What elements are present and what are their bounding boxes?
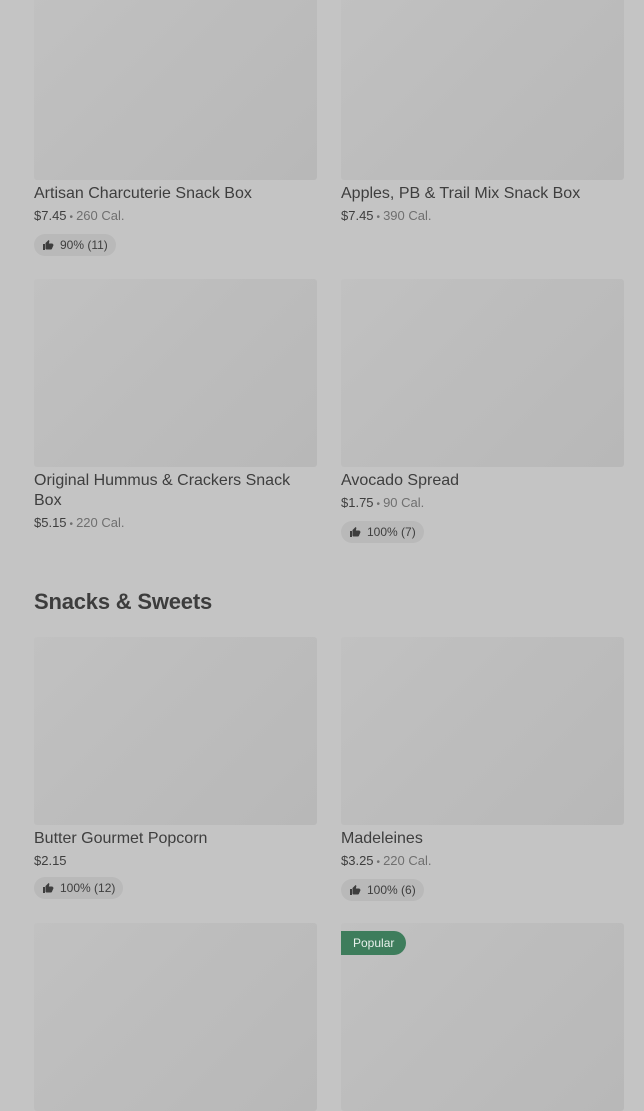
item-image [34,0,317,180]
separator: • [376,212,381,223]
menu-item-card[interactable]: Butter Gourmet Popcorn $2.15 100% (12) [34,637,317,899]
item-image [34,637,317,825]
item-name: Butter Gourmet Popcorn [34,830,208,847]
thumbs-up-icon [350,885,361,895]
item-meta: $1.75 • 90 Cal. [341,495,624,513]
item-price: $7.45 [341,208,374,223]
menu-item-card[interactable]: Original Hummus & Crackers Snack Box $5.… [34,279,317,533]
menu-item-card[interactable]: Artisan Charcuterie Snack Box $7.45 • 260 … [34,0,317,256]
menu-item-card[interactable] [34,923,317,1111]
item-price: $2.15 [34,853,67,868]
thumbs-up-icon [43,883,54,893]
thumbs-up-icon [43,240,54,250]
rating-badge: 90% (11) [34,234,116,256]
menu-item-card[interactable]: Madeleines $3.25 • 220 Cal. 100% (6) [341,637,624,901]
rating-text: 100% (7) [367,525,416,539]
separator: • [376,857,381,868]
item-image [341,279,624,467]
item-name: Madeleines [341,830,423,847]
menu-item-card[interactable]: Avocado Spread $1.75 • 90 Cal. 100% (7) [341,279,624,543]
rating-text: 100% (12) [60,881,116,895]
separator: • [69,519,74,530]
item-name: Avocado Spread [341,472,460,489]
rating-text: 100% (6) [367,883,416,897]
item-meta: $2.15 [34,853,317,869]
rating-badge: 100% (12) [34,877,124,899]
section-title: Snacks & Sweets [34,589,212,614]
item-meta: $5.15 • 220 Cal. [34,515,317,533]
rating-badge: 100% (7) [341,521,424,543]
item-calories: 220 Cal. [76,515,125,530]
item-price: $1.75 [341,495,374,510]
item-meta: $7.45 • 390 Cal. [341,208,624,226]
item-calories: 260 Cal. [76,208,125,223]
item-calories: 390 Cal. [383,208,432,223]
item-price: $5.15 [34,515,67,530]
popular-badge: Popular [341,931,407,955]
item-meta: $7.45 • 260 Cal. [34,208,317,226]
rating-text: 90% (11) [60,238,108,252]
menu-item-card[interactable]: Apples, PB & Trail Mix Snack Box $7.45 • 3… [341,0,624,226]
separator: • [69,212,74,223]
item-image [341,0,624,180]
item-image [34,279,317,467]
item-image: Popular [341,923,624,1111]
item-image [341,637,624,825]
thumbs-up-icon [350,527,361,537]
item-name: Original Hummus & Crackers Snack Box [34,472,291,509]
item-price: $3.25 [341,853,374,868]
item-image [34,923,317,1111]
item-price: $7.45 [34,208,67,223]
rating-badge: 100% (6) [341,879,424,901]
item-calories: 220 Cal. [383,853,432,868]
item-meta: $3.25 • 220 Cal. [341,853,624,871]
menu-item-card[interactable]: Popular [341,923,624,1111]
separator: • [376,499,381,510]
item-calories: 90 Cal. [383,495,425,510]
item-name: Artisan Charcuterie Snack Box [34,185,252,202]
item-name: Apples, PB & Trail Mix Snack Box [341,185,581,202]
